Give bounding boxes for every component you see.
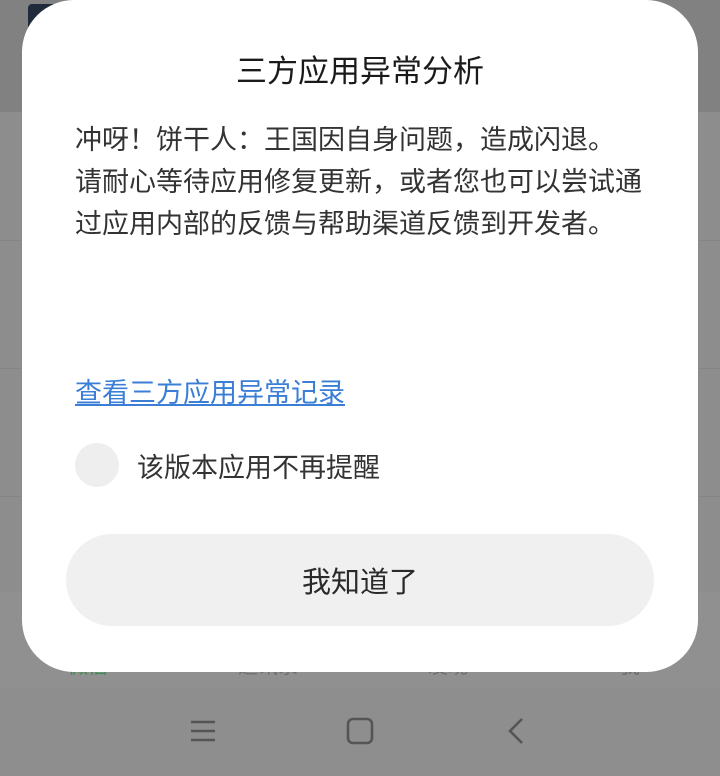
- app-crash-dialog: 三方应用异常分析 冲呀！饼干人：王国因自身问题，造成闪退。 请耐心等待应用修复更…: [22, 0, 698, 672]
- menu-icon[interactable]: [188, 716, 218, 746]
- view-crash-records-link[interactable]: 查看三方应用异常记录: [75, 371, 345, 410]
- guidance-message: 请耐心等待应用修复更新，或者您也可以尝试通过应用内部的反馈与帮助渠道反馈到开发者…: [75, 167, 642, 240]
- home-icon[interactable]: [345, 716, 375, 746]
- dont-remind-checkbox-row[interactable]: 该版本应用不再提醒: [75, 442, 380, 488]
- crash-message: 冲呀！饼干人：王国因自身问题，造成闪退。: [75, 125, 615, 156]
- back-icon[interactable]: [501, 716, 531, 746]
- dialog-message: 冲呀！饼干人：王国因自身问题，造成闪退。 请耐心等待应用修复更新，或者您也可以尝…: [75, 120, 655, 246]
- screen: 微信 通讯录 发现 我 三方应用异常分析 冲呀！饼干人：王国因自身问题，造成闪退…: [0, 0, 720, 776]
- dialog-title: 三方应用异常分析: [236, 54, 484, 90]
- got-it-button[interactable]: 我知道了: [66, 534, 654, 626]
- unchecked-circle-icon[interactable]: [75, 443, 119, 487]
- dont-remind-label: 该版本应用不再提醒: [137, 452, 380, 484]
